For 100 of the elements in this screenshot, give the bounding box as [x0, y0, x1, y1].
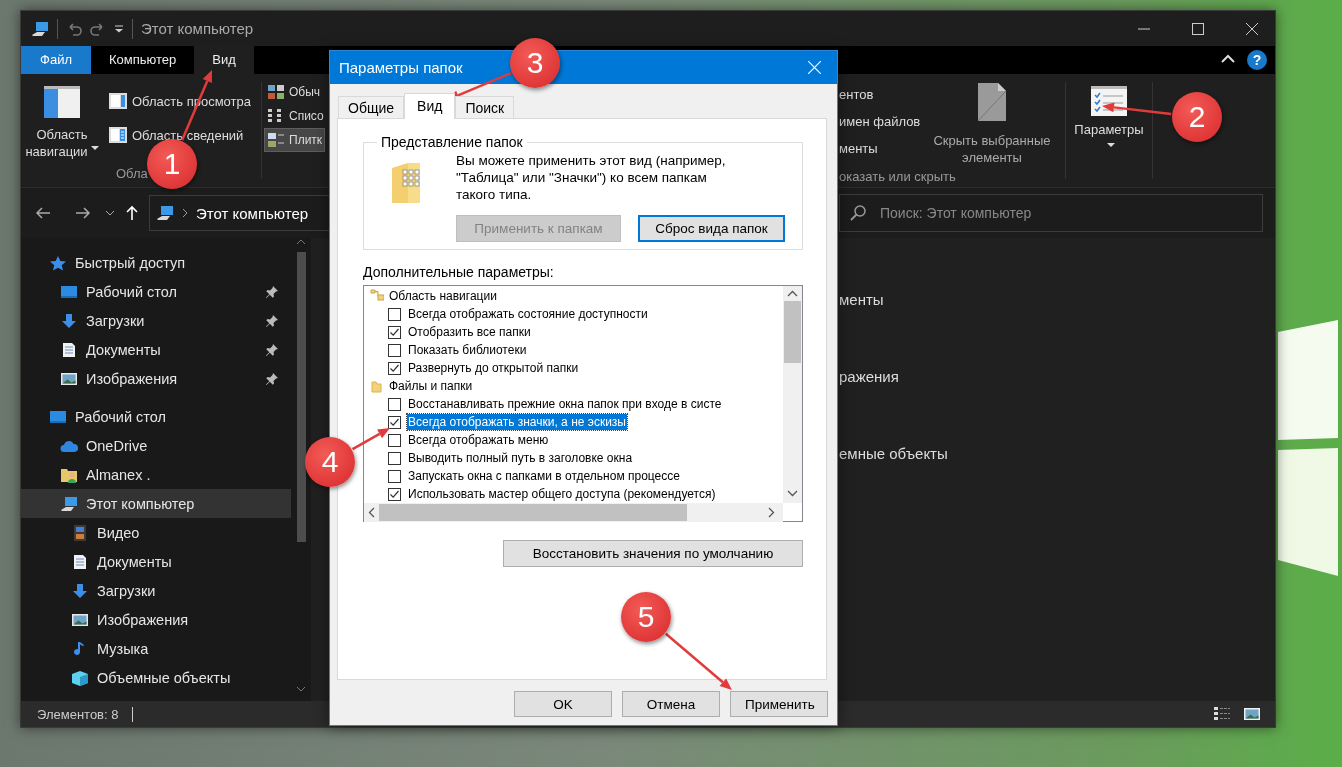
- layout-option[interactable]: Плитк: [264, 128, 326, 152]
- down-arrow-icon: [60, 312, 78, 329]
- setting-label[interactable]: Выводить полный путь в заголовке окна: [407, 450, 634, 466]
- maximize-icon[interactable]: [1192, 22, 1204, 35]
- checkbox[interactable]: [388, 325, 401, 339]
- section-label: Дополнительные параметры:: [363, 264, 555, 280]
- checklist-icon: [1091, 86, 1127, 116]
- tiles-view-icon: [267, 132, 285, 148]
- dropdown-icon[interactable]: [114, 24, 124, 33]
- checkbox[interactable]: [388, 451, 401, 465]
- setting-label[interactable]: Запускать окна с папками в отдельном процессе: [407, 468, 681, 484]
- large-icons-view-icon[interactable]: [1243, 706, 1261, 722]
- group-label: оказать или скрыть: [839, 169, 956, 184]
- setting-label[interactable]: Использовать мастер общего доступа (рекомендуется): [407, 486, 717, 502]
- show-hide-option[interactable]: ентов: [839, 81, 929, 108]
- computer-icon[interactable]: [31, 20, 49, 37]
- checkbox[interactable]: [388, 469, 401, 483]
- folder-name[interactable]: емные объекты: [839, 444, 1275, 464]
- restore-defaults-button[interactable]: Восстановить значения по умолчанию: [503, 540, 803, 567]
- setting-label[interactable]: Всегда отображать состояние доступности: [407, 306, 649, 322]
- checkbox[interactable]: [388, 433, 401, 447]
- checkbox[interactable]: [388, 397, 401, 411]
- checkbox[interactable]: [388, 361, 401, 375]
- navigation-pane-button[interactable]: Область навигации: [21, 74, 103, 163]
- sidebar-item[interactable]: Изображения: [21, 605, 291, 634]
- minimize-icon[interactable]: [1138, 27, 1150, 30]
- scrollbar-thumb[interactable]: [296, 252, 306, 542]
- star-icon: [49, 254, 67, 271]
- setting-label[interactable]: Показать библиотеки: [407, 342, 528, 358]
- scroll-down-icon[interactable]: [296, 685, 306, 693]
- pin-icon[interactable]: [265, 313, 279, 328]
- sidebar-item[interactable]: Быстрый доступ: [21, 248, 291, 277]
- help-button[interactable]: ?: [1247, 50, 1267, 70]
- sidebar-item[interactable]: Объемные объекты: [21, 663, 291, 692]
- sidebar-item[interactable]: Almanex .: [21, 460, 291, 489]
- scroll-down-icon[interactable]: [787, 490, 798, 497]
- folder-name[interactable]: менты: [839, 290, 1275, 310]
- forward-arrow-icon[interactable]: [75, 206, 91, 220]
- details-view-icon[interactable]: [1213, 706, 1231, 722]
- sidebar-item[interactable]: OneDrive: [21, 431, 291, 460]
- back-arrow-icon[interactable]: [35, 206, 51, 220]
- undo-icon[interactable]: [66, 20, 82, 37]
- chevron-down-icon[interactable]: [105, 210, 115, 216]
- dialog-tab[interactable]: Общие: [338, 96, 405, 118]
- scrollbar-thumb[interactable]: [784, 301, 801, 363]
- dialog-button[interactable]: Отмена: [622, 691, 720, 717]
- scrollbar-thumb[interactable]: [379, 504, 687, 521]
- sidebar-item[interactable]: Музыка: [21, 634, 291, 663]
- setting-label[interactable]: Развернуть до открытой папки: [407, 360, 580, 376]
- sidebar-item[interactable]: Загрузки: [21, 576, 291, 605]
- redo-icon[interactable]: [90, 20, 106, 37]
- setting-label[interactable]: Всегда отображать значки, а не эскизы: [407, 414, 627, 430]
- sidebar-item[interactable]: Документы: [21, 335, 291, 364]
- search-field[interactable]: Поиск: Этот компьютер: [839, 194, 1263, 232]
- setting-label[interactable]: Всегда отображать меню: [407, 432, 550, 448]
- hide-selected-button[interactable]: Скрыть выбранные элементы: [929, 74, 1055, 166]
- up-arrow-icon[interactable]: [125, 205, 139, 221]
- folder-tree-icon: [370, 289, 384, 303]
- sidebar-item[interactable]: Изображения: [21, 364, 291, 393]
- layout-option[interactable]: Обыч: [264, 80, 324, 104]
- pin-icon[interactable]: [265, 284, 279, 299]
- close-icon[interactable]: [1246, 22, 1258, 35]
- sidebar-item[interactable]: Рабочий стол: [21, 277, 291, 306]
- sidebar-item[interactable]: Рабочий стол: [21, 402, 291, 431]
- setting-label[interactable]: Восстанавливать прежние окна папок при входе в систе: [407, 396, 723, 412]
- caret-icon[interactable]: [90, 146, 99, 152]
- setting-group-label: Область навигации: [389, 289, 497, 303]
- pin-icon[interactable]: [265, 371, 279, 386]
- scroll-right-icon[interactable]: [768, 507, 775, 518]
- ribbon-tab[interactable]: Компьютер: [91, 46, 195, 74]
- sidebar-item[interactable]: Этот компьютер: [21, 489, 291, 518]
- dialog-tab[interactable]: Вид: [404, 93, 456, 119]
- pin-icon[interactable]: [265, 342, 279, 357]
- dialog-button[interactable]: Применить: [730, 691, 828, 717]
- show-hide-option[interactable]: менты: [839, 135, 929, 162]
- scroll-up-icon[interactable]: [787, 290, 798, 297]
- scroll-left-icon[interactable]: [368, 507, 375, 518]
- checkbox[interactable]: [388, 415, 401, 429]
- caret-icon[interactable]: [1106, 143, 1115, 148]
- sidebar-item[interactable]: Видео: [21, 518, 291, 547]
- scroll-up-icon[interactable]: [296, 238, 306, 246]
- checkbox[interactable]: [388, 307, 401, 321]
- folder-icon: [370, 379, 384, 393]
- ribbon-tab[interactable]: Вид: [194, 46, 254, 74]
- checkbox[interactable]: [388, 487, 401, 501]
- folder-view-button[interactable]: Сброс вида папок: [638, 215, 785, 242]
- dialog-button[interactable]: OK: [514, 691, 612, 717]
- folder-name[interactable]: ражения: [839, 367, 1275, 387]
- show-hide-option[interactable]: имен файлов: [839, 108, 929, 135]
- ribbon-tab[interactable]: Файл: [21, 46, 91, 74]
- dialog-tab[interactable]: Поиск: [455, 96, 515, 118]
- checkbox[interactable]: [388, 343, 401, 357]
- sidebar-item[interactable]: Документы: [21, 547, 291, 576]
- layout-option[interactable]: Списо: [264, 104, 327, 128]
- cube-icon: [71, 669, 89, 686]
- chevron-up-icon[interactable]: [1221, 54, 1235, 64]
- group-box-title: Представление папок: [380, 134, 524, 150]
- options-button[interactable]: Параметры: [1074, 74, 1144, 148]
- sidebar-item[interactable]: Загрузки: [21, 306, 291, 335]
- setting-label[interactable]: Отобразить все папки: [407, 324, 532, 340]
